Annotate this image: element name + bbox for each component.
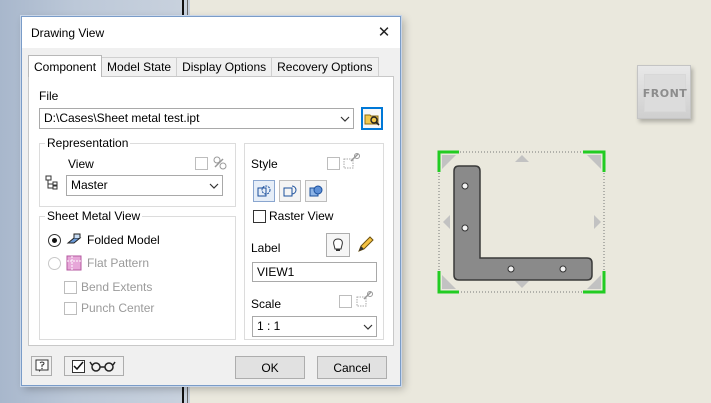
preview-checkbox[interactable] xyxy=(71,359,85,373)
folded-model-label: Folded Model xyxy=(87,233,160,247)
edit-label-pencil-icon[interactable] xyxy=(353,233,377,257)
view-representation-value: Master xyxy=(71,178,108,192)
flat-pattern-icon xyxy=(66,255,82,271)
scale-label: Scale xyxy=(251,297,282,311)
folded-model-radio[interactable] xyxy=(48,234,61,247)
representation-group: Representation View Master xyxy=(39,136,236,207)
label-caption: Label xyxy=(251,241,281,255)
punch-center-label: Punch Center xyxy=(81,301,155,315)
preview-toggle[interactable] xyxy=(64,356,124,376)
shaded-style-button[interactable] xyxy=(305,180,327,202)
folder-browse-icon[interactable] xyxy=(361,107,383,130)
view-representation-select[interactable]: Master xyxy=(66,175,223,196)
hidden-line-style-button[interactable] xyxy=(253,180,275,202)
help-icon[interactable] xyxy=(31,356,52,376)
drawing-view-dialog: Drawing View ✕ Component Model State Dis… xyxy=(21,16,401,386)
view-cube-face[interactable]: FRONT xyxy=(643,74,687,112)
cancel-button[interactable]: Cancel xyxy=(317,356,387,379)
style-label-scale-group: Style Raster View Label VIEW1 Scale 1: … xyxy=(244,143,384,340)
flat-pattern-radio[interactable] xyxy=(48,257,61,270)
associative-link-icon xyxy=(212,155,228,171)
raster-view-checkbox[interactable] xyxy=(253,210,266,223)
tab-model-state[interactable]: Model State xyxy=(101,57,178,77)
style-link-icon xyxy=(343,152,361,170)
view-label: View xyxy=(68,157,94,171)
view-cube[interactable]: FRONT xyxy=(637,65,691,119)
dialog-title: Drawing View xyxy=(31,25,105,40)
scale-link-icon xyxy=(356,290,374,308)
raster-view-label: Raster View xyxy=(269,209,334,223)
tab-component[interactable]: Component xyxy=(28,55,103,77)
drawing-view-preview[interactable] xyxy=(437,150,607,295)
chevron-down-icon xyxy=(337,109,353,128)
close-icon[interactable]: ✕ xyxy=(372,21,396,43)
tab-display-options[interactable]: Display Options xyxy=(176,57,273,77)
label-input[interactable]: VIEW1 xyxy=(252,262,377,282)
flat-pattern-label: Flat Pattern xyxy=(87,256,150,270)
ok-button[interactable]: OK xyxy=(235,356,305,379)
folded-model-icon xyxy=(66,232,82,248)
file-value: D:\Cases\Sheet metal test.ipt xyxy=(44,111,200,125)
tab-recovery-options[interactable]: Recovery Options xyxy=(271,57,379,77)
sheet-metal-view-label: Sheet Metal View xyxy=(45,209,143,223)
file-label: File xyxy=(39,89,59,103)
bend-extents-label: Bend Extents xyxy=(81,280,153,294)
bend-extents-checkbox[interactable] xyxy=(64,281,77,294)
chevron-down-icon xyxy=(360,317,376,336)
file-select[interactable]: D:\Cases\Sheet metal test.ipt xyxy=(39,108,354,129)
representation-associative-checkbox[interactable] xyxy=(195,157,208,170)
style-associative-checkbox[interactable] xyxy=(327,157,340,170)
style-label: Style xyxy=(251,157,278,171)
scale-value: 1 : 1 xyxy=(257,319,281,333)
sheet-metal-view-group: Sheet Metal View Folded Model Flat Patte… xyxy=(39,209,236,340)
dialog-titlebar[interactable]: Drawing View ✕ xyxy=(22,17,400,48)
label-visibility-button[interactable] xyxy=(326,233,350,257)
glasses-icon xyxy=(88,361,116,372)
punch-center-checkbox[interactable] xyxy=(64,302,77,315)
scale-select[interactable]: 1 : 1 xyxy=(252,316,377,337)
tab-strip: Component Model State Display Options Re… xyxy=(28,55,379,77)
component-tab-panel: File D:\Cases\Sheet metal test.ipt Repre… xyxy=(28,76,394,346)
representation-label: Representation xyxy=(45,136,131,150)
hidden-line-removed-style-button[interactable] xyxy=(279,180,301,202)
scale-associative-checkbox[interactable] xyxy=(339,295,352,308)
hierarchy-icon xyxy=(44,175,60,191)
chevron-down-icon xyxy=(206,176,222,195)
